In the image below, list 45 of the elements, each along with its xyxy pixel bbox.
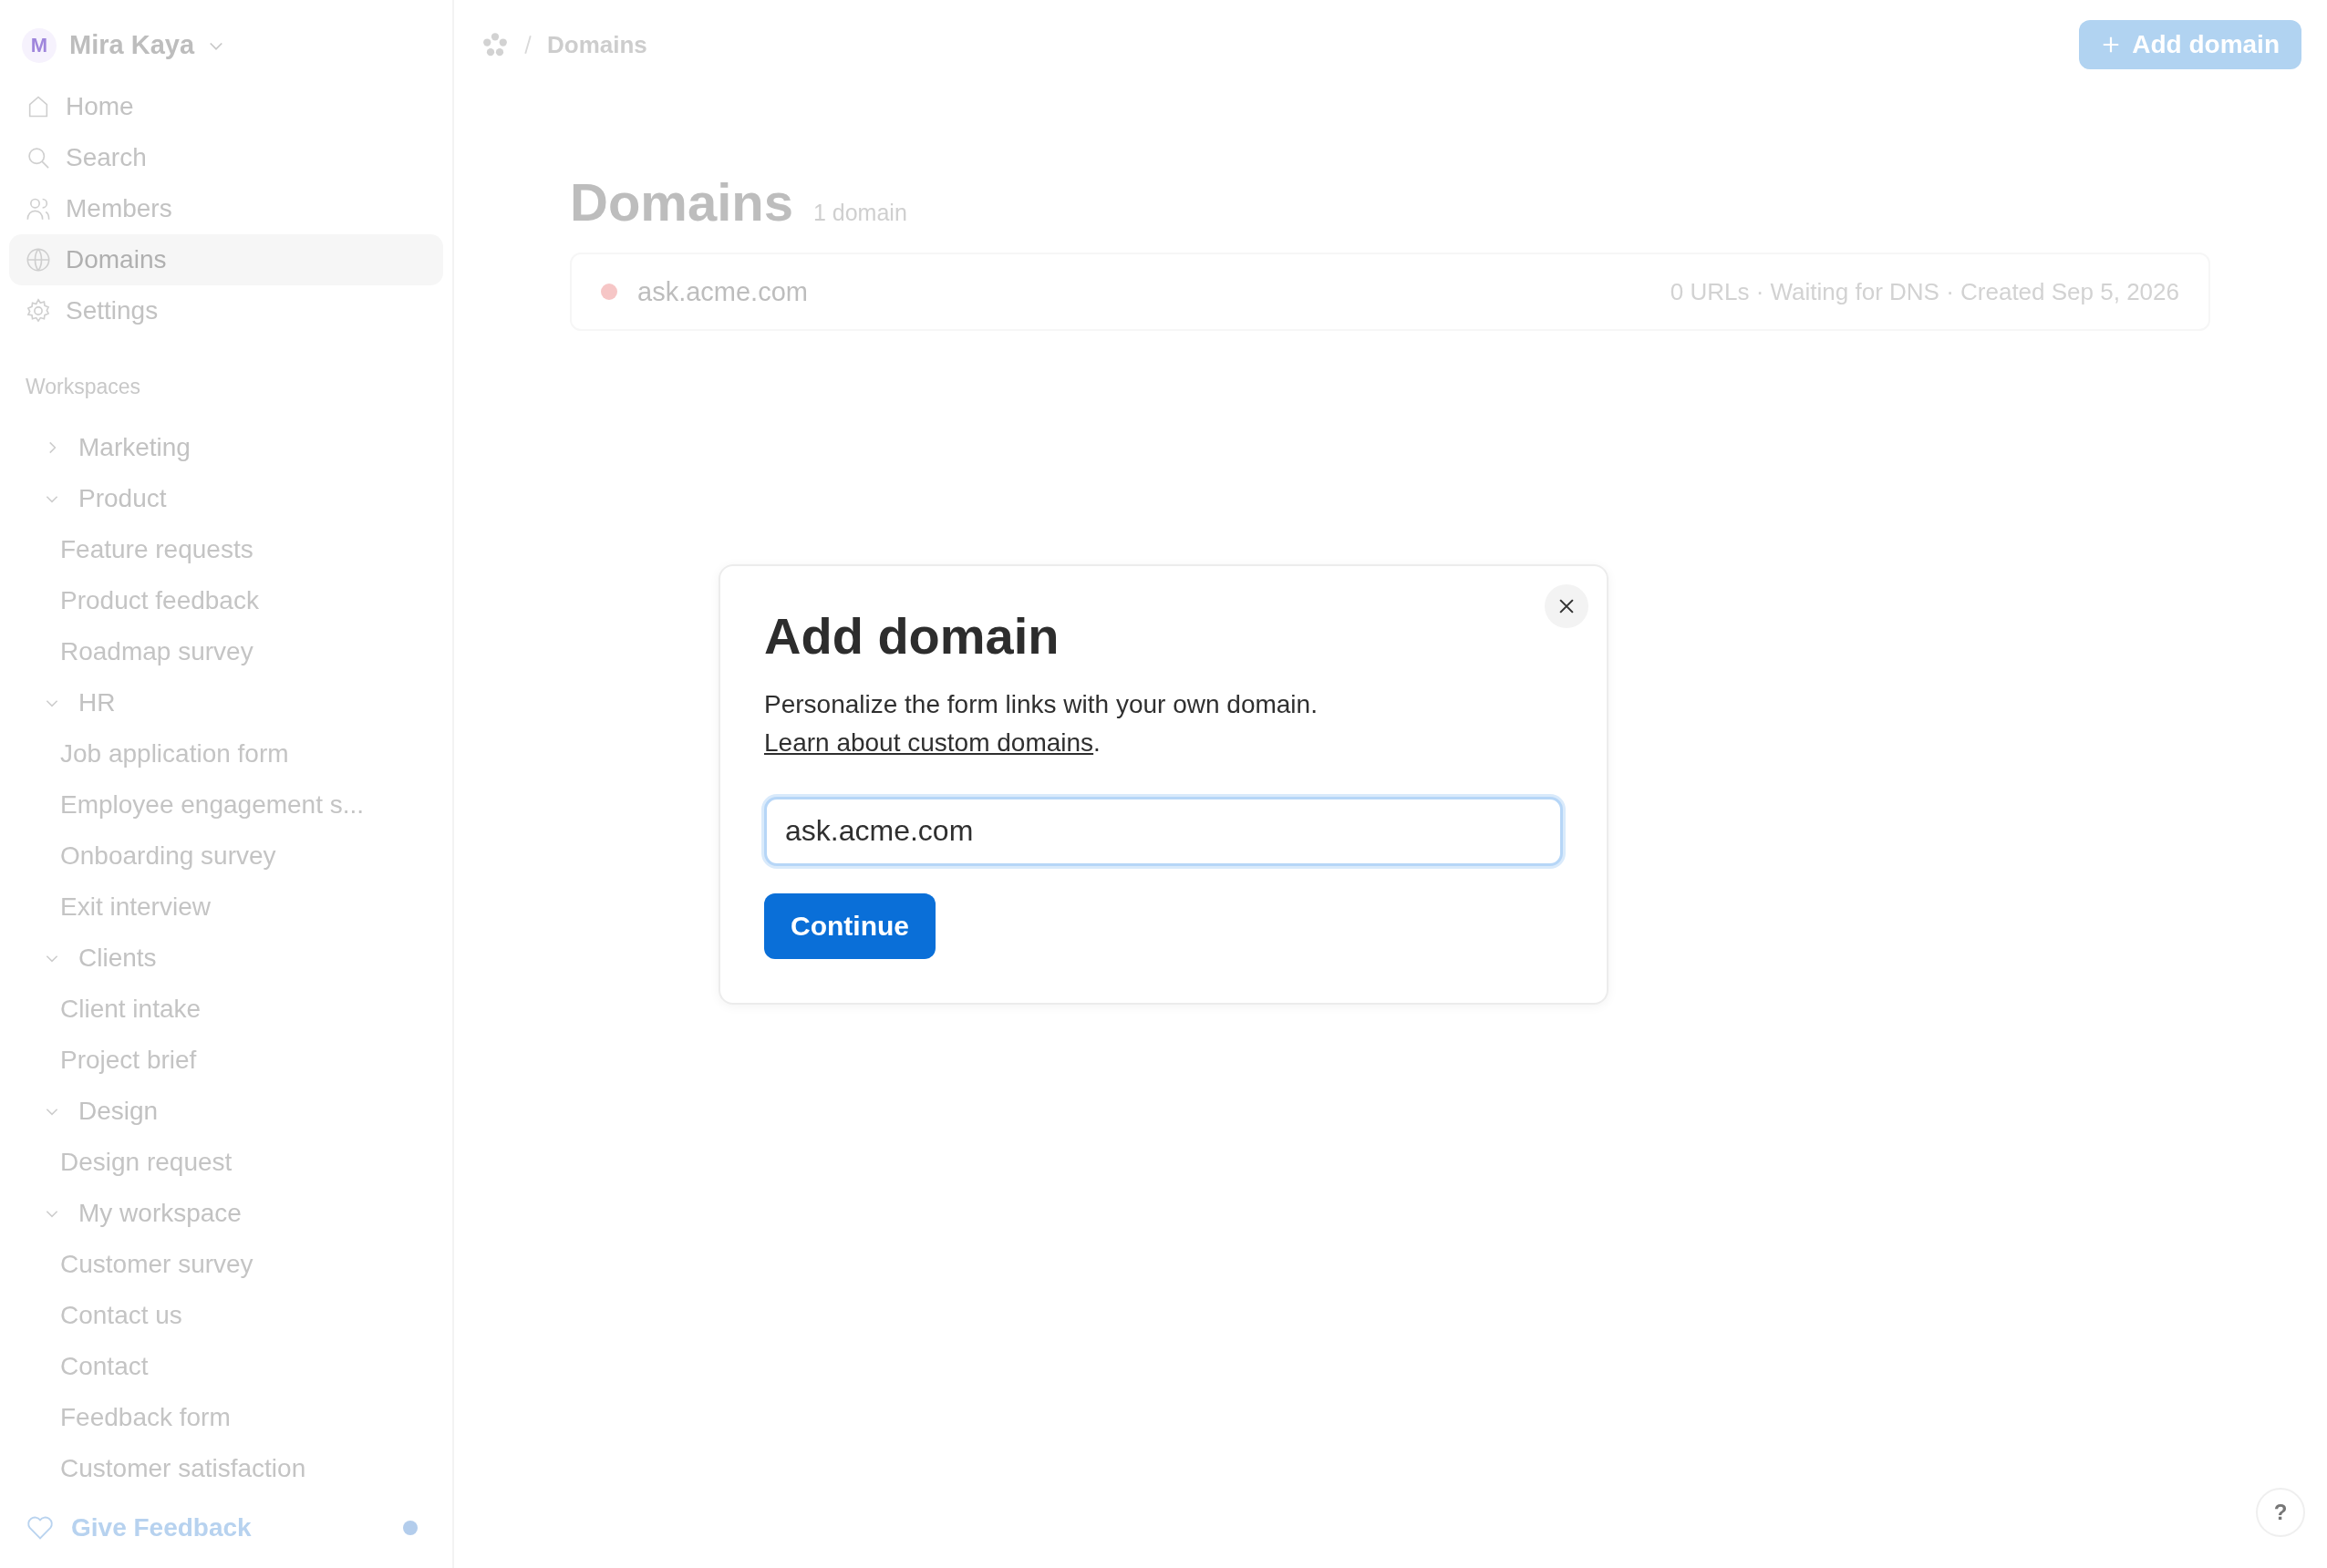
form-item[interactable]: Product feedback bbox=[9, 574, 443, 626]
form-item[interactable]: Customer satisfaction bbox=[9, 1442, 443, 1494]
nav-item[interactable]: Search bbox=[9, 132, 443, 184]
help-button[interactable]: ? bbox=[2256, 1488, 2305, 1537]
workspace-item[interactable]: Design bbox=[9, 1085, 443, 1137]
form-item[interactable]: Design request bbox=[9, 1136, 443, 1188]
form-item[interactable]: Feature requests bbox=[9, 523, 443, 575]
dialog-title: Add domain bbox=[764, 605, 1060, 665]
form-item[interactable]: Onboarding survey bbox=[9, 830, 443, 882]
add-domain-button[interactable]: Add domain bbox=[2079, 20, 2301, 69]
form-item[interactable]: Contact us bbox=[9, 1289, 443, 1341]
domain-input[interactable]: ask.acme.com bbox=[764, 796, 1563, 866]
workspace-item[interactable]: Marketing bbox=[9, 421, 443, 473]
form-item[interactable]: Employee engagement s... bbox=[9, 779, 443, 830]
form-item[interactable]: Client intake bbox=[9, 983, 443, 1035]
search-icon bbox=[28, 148, 49, 170]
flower-logo-icon[interactable] bbox=[481, 31, 509, 58]
workspace-item[interactable]: HR bbox=[9, 676, 443, 728]
form-item[interactable]: Feedback form bbox=[9, 1391, 443, 1443]
form-item[interactable]: Customer survey bbox=[9, 1238, 443, 1290]
workspace-item[interactable]: My workspace bbox=[9, 1187, 443, 1239]
user-name[interactable]: Mira Kaya bbox=[69, 30, 194, 61]
members-icon bbox=[26, 199, 50, 221]
form-item[interactable]: Project brief bbox=[9, 1034, 443, 1086]
continue-button[interactable]: Continue bbox=[764, 892, 936, 959]
nav-item[interactable]: Home bbox=[9, 81, 443, 133]
form-item[interactable]: Roadmap survey bbox=[9, 625, 443, 677]
dialog-description: Personalize the form links with your own domain. Learn about custom domains. bbox=[764, 688, 1319, 758]
form-item[interactable]: Exit interview bbox=[9, 881, 443, 933]
nav-item[interactable]: Domains bbox=[9, 234, 443, 286]
learn-more-link[interactable]: Learn about custom domains bbox=[764, 727, 1094, 757]
workspace-item[interactable]: Product bbox=[9, 472, 443, 524]
page-title: Domains bbox=[570, 171, 793, 232]
avatar: M bbox=[22, 27, 57, 63]
form-item[interactable]: Contact bbox=[9, 1340, 443, 1392]
form-item[interactable]: Job application form bbox=[9, 727, 443, 779]
nav-item[interactable]: Settings bbox=[9, 285, 443, 337]
globe-icon bbox=[26, 248, 50, 272]
workspace-item[interactable]: Clients bbox=[9, 932, 443, 984]
give-feedback-link[interactable]: Give Feedback bbox=[71, 1513, 387, 1543]
home-icon bbox=[28, 96, 48, 118]
domain-name[interactable]: ask.acme.com bbox=[637, 276, 1650, 307]
close-button[interactable] bbox=[1545, 583, 1588, 628]
settings-icon bbox=[26, 298, 50, 323]
nav-item[interactable]: Members bbox=[9, 183, 443, 235]
